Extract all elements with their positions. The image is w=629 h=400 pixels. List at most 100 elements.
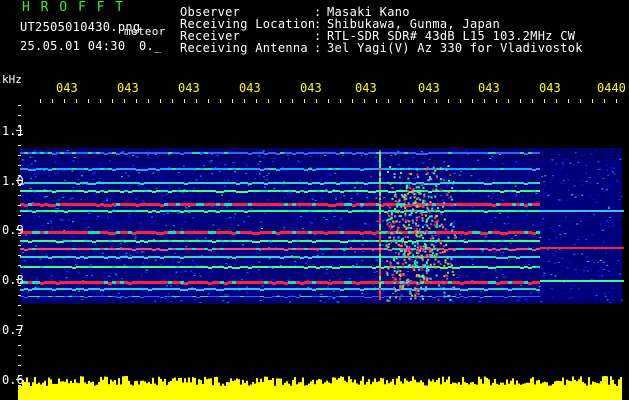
band-segment — [232, 240, 236, 242]
noise-dot — [473, 186, 476, 187]
band-segment — [348, 240, 352, 242]
band-segment — [68, 281, 72, 284]
band-segment — [136, 169, 140, 171]
band-segment — [24, 204, 28, 207]
band-segment — [300, 282, 304, 285]
band-segment — [292, 190, 296, 192]
noise-dot — [571, 267, 574, 269]
noise-dot — [40, 203, 43, 204]
noise-dot — [138, 279, 141, 281]
band-segment — [532, 232, 536, 235]
band-segment — [72, 168, 76, 170]
band-segment — [164, 182, 168, 184]
noise-dot — [34, 192, 37, 193]
band-segment — [44, 190, 48, 192]
noise-dot — [290, 227, 293, 229]
band-segment — [124, 153, 128, 155]
noise-dot — [471, 258, 474, 260]
noise-dot — [581, 180, 584, 182]
noise-dot — [210, 160, 213, 162]
noise-dot — [292, 229, 295, 231]
band-segment — [440, 248, 444, 250]
band-segment — [464, 281, 468, 284]
band-segment — [456, 210, 460, 212]
noise-dot — [422, 301, 425, 303]
noise-dot — [58, 165, 60, 167]
noise-dot — [485, 221, 488, 223]
burst-dot — [412, 187, 415, 190]
noise-dot — [349, 229, 352, 231]
noise-dot — [499, 165, 502, 167]
noise-dot — [183, 189, 186, 191]
band-segment — [560, 210, 564, 212]
noise-dot — [90, 236, 93, 238]
band-segment — [428, 152, 432, 154]
band-segment — [460, 248, 464, 250]
band-segment — [112, 190, 116, 192]
band-segment — [220, 289, 224, 291]
band-segment — [440, 231, 444, 234]
noise-dot — [193, 229, 195, 231]
noise-dot — [364, 163, 367, 165]
burst-dot — [400, 250, 402, 253]
band-segment — [416, 153, 420, 155]
band-segment — [156, 203, 160, 206]
noise-dot — [507, 187, 509, 188]
band-segment — [68, 203, 72, 206]
noise-dot — [374, 156, 377, 158]
band-segment — [316, 288, 320, 290]
noise-dot — [577, 275, 580, 277]
noise-dot — [488, 274, 491, 276]
noise-dot — [556, 271, 559, 273]
noise-dot — [611, 171, 614, 173]
band-segment — [32, 288, 36, 290]
noise-dot — [170, 301, 173, 303]
noise-dot — [29, 156, 32, 158]
band-segment — [140, 240, 144, 242]
noise-dot — [296, 218, 299, 220]
noise-dot — [114, 220, 117, 222]
noise-dot — [331, 193, 334, 195]
band-segment — [108, 204, 112, 207]
band-segment — [368, 266, 372, 268]
band-segment — [448, 168, 452, 170]
band-segment — [272, 182, 276, 184]
burst-dot — [419, 211, 422, 214]
noise-dot — [575, 271, 578, 273]
band-segment — [264, 203, 268, 206]
band-segment — [496, 282, 500, 285]
band-segment — [128, 296, 132, 297]
band-segment — [68, 240, 72, 242]
noise-dot — [83, 193, 86, 195]
noise-dot — [376, 224, 379, 226]
noise-dot — [226, 263, 228, 265]
noise-dot — [285, 170, 288, 172]
noise-dot — [366, 197, 369, 199]
burst-dot — [429, 263, 432, 266]
noise-dot — [599, 259, 602, 261]
band-segment — [292, 240, 296, 242]
noise-dot — [246, 286, 248, 288]
band-segment — [280, 240, 284, 242]
band-segment — [524, 296, 528, 297]
noise-dot — [45, 270, 48, 271]
band-segment — [312, 296, 316, 297]
band-segment — [508, 289, 512, 291]
noise-dot — [260, 157, 263, 158]
noise-dot — [30, 177, 32, 179]
noise-dot — [243, 221, 246, 223]
noise-dot — [479, 195, 482, 196]
noise-dot — [345, 163, 347, 165]
band-segment — [88, 169, 92, 171]
noise-dot — [539, 296, 542, 297]
noise-dot — [73, 250, 76, 252]
meteor-streak — [379, 166, 381, 168]
noise-dot — [565, 220, 568, 222]
noise-dot — [326, 220, 329, 222]
noise-dot — [155, 187, 158, 189]
band-segment — [36, 296, 40, 297]
band-segment — [120, 266, 124, 268]
noise-dot — [477, 223, 479, 225]
noise-dot — [127, 175, 130, 177]
band-segment — [88, 248, 92, 250]
